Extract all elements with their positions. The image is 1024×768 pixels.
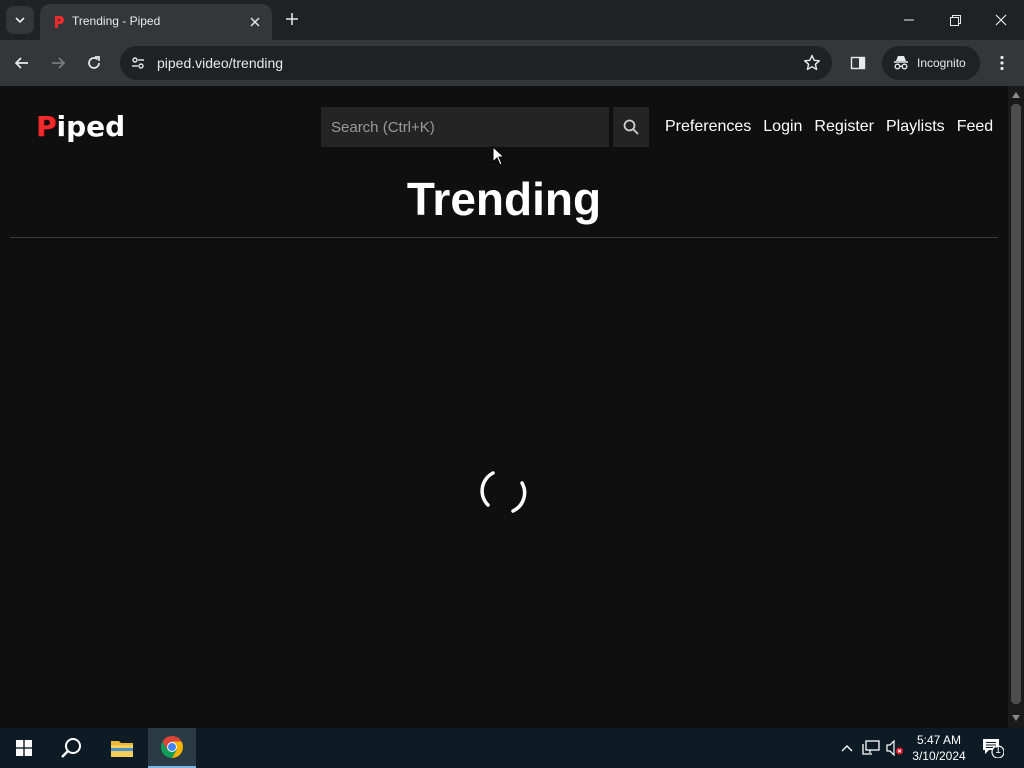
tab-close-button[interactable] [246, 13, 264, 31]
file-explorer-button[interactable] [98, 728, 146, 768]
scroll-up-button[interactable] [1011, 90, 1021, 100]
nav-link-login[interactable]: Login [763, 118, 802, 136]
top-nav: Preferences Login Register Playlists Fee… [665, 118, 993, 136]
search-input[interactable] [321, 107, 609, 147]
piped-logo[interactable]: Piped [36, 110, 125, 146]
chevron-up-icon [841, 745, 853, 752]
page-title: Trending [406, 173, 602, 225]
tab-strip: Trending - Piped [0, 0, 1024, 40]
nav-link-register[interactable]: Register [814, 118, 874, 136]
taskbar-search-button[interactable] [48, 728, 96, 768]
arrow-down-icon [1012, 715, 1020, 721]
folder-icon [111, 741, 133, 757]
clock-date: 3/10/2024 [912, 749, 966, 763]
loading-spinner-icon [480, 471, 527, 513]
forward-button[interactable] [44, 49, 72, 77]
notification-count: 1 [995, 745, 1001, 756]
nav-link-feed[interactable]: Feed [957, 118, 993, 136]
side-panel-icon [850, 56, 866, 70]
minimize-icon [904, 19, 914, 21]
nav-link-preferences[interactable]: Preferences [665, 118, 751, 136]
mouse-cursor-icon [492, 146, 506, 166]
search-icon [623, 119, 639, 135]
incognito-icon [894, 56, 908, 70]
arrow-right-icon [52, 57, 66, 69]
taskbar-clock[interactable]: 5:47 AM 3/10/2024 [904, 732, 974, 764]
restore-icon [949, 14, 961, 26]
arrow-left-icon [14, 57, 28, 69]
more-vert-icon [1000, 55, 1004, 71]
show-hidden-icons-button[interactable] [838, 739, 856, 757]
minimize-button[interactable] [886, 0, 932, 40]
search-icon [61, 738, 81, 758]
tune-icon [132, 57, 144, 69]
reload-icon [88, 56, 100, 69]
close-window-button[interactable] [978, 0, 1024, 40]
divider [10, 237, 998, 238]
scroll-thumb[interactable] [1011, 104, 1021, 704]
windows-logo-icon [16, 740, 32, 756]
url-text: piped.video/trending [157, 55, 284, 71]
nav-link-playlists[interactable]: Playlists [886, 118, 945, 136]
browser-menu-button[interactable] [992, 53, 1012, 73]
restore-button[interactable] [932, 0, 978, 40]
tab-search-button[interactable] [6, 6, 34, 34]
star-icon [804, 54, 820, 71]
notification-center-button[interactable]: 1 [982, 738, 1005, 759]
chrome-icon [161, 736, 183, 758]
clock-time: 5:47 AM [916, 733, 962, 747]
close-icon [250, 17, 260, 27]
reload-button[interactable] [80, 49, 108, 77]
tab-active[interactable]: Trending - Piped [40, 4, 272, 40]
volume-button[interactable] [886, 739, 904, 757]
side-panel-button[interactable] [848, 53, 868, 73]
plus-icon [286, 13, 298, 25]
chrome-taskbar-button[interactable] [148, 728, 196, 768]
volume-muted-icon [886, 740, 903, 756]
network-icon [862, 740, 880, 755]
search-button[interactable] [613, 107, 649, 147]
logo-initial: P [36, 110, 57, 143]
start-button[interactable] [0, 728, 48, 768]
network-button[interactable] [862, 739, 880, 757]
page-scrollbar[interactable] [1008, 86, 1024, 728]
logo-text: iped [56, 110, 126, 143]
bookmark-button[interactable] [802, 53, 822, 73]
arrow-up-icon [1012, 92, 1020, 98]
close-icon [995, 14, 1007, 26]
browser-toolbar: piped.video/trending Incognito [0, 40, 1024, 86]
new-tab-button[interactable] [282, 9, 302, 29]
chevron-down-icon [15, 17, 25, 24]
page-content: Piped Preferences Login Register Playlis… [0, 86, 1008, 728]
scroll-down-button[interactable] [1011, 713, 1021, 723]
windows-taskbar: 5:47 AM 3/10/2024 1 [0, 728, 1024, 768]
tab-title: Trending - Piped [72, 14, 161, 28]
site-info-button[interactable] [126, 51, 150, 75]
address-bar[interactable]: piped.video/trending [120, 46, 832, 80]
incognito-indicator[interactable]: Incognito [882, 46, 980, 80]
back-button[interactable] [8, 49, 36, 77]
piped-favicon-icon [55, 16, 64, 28]
incognito-label: Incognito [917, 56, 966, 70]
